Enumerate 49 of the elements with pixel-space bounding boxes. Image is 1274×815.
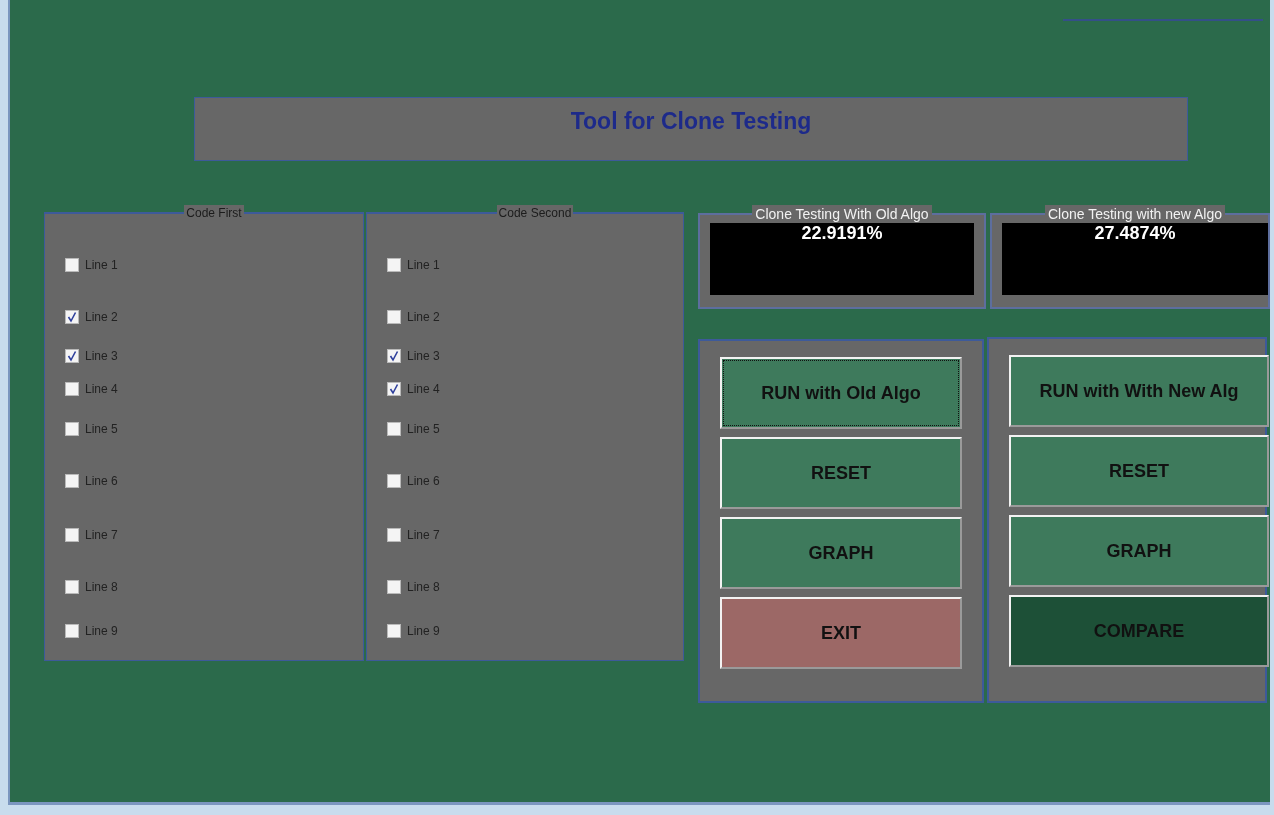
- checkbox-label: Line 8: [85, 580, 118, 594]
- checkbox[interactable]: [386, 624, 401, 638]
- checkbox-label: Line 4: [406, 382, 440, 396]
- checkbox[interactable]: [386, 258, 401, 272]
- checkbox[interactable]: [65, 382, 79, 396]
- app-title: Tool for Clone Testing: [570, 108, 812, 136]
- checkbox[interactable]: [65, 474, 79, 488]
- checkbox-label: Line 9: [85, 624, 118, 638]
- checkbox[interactable]: [65, 422, 79, 436]
- checkbox[interactable]: [386, 528, 401, 542]
- action-button[interactable]: RESET: [720, 437, 962, 509]
- checkbox[interactable]: [386, 310, 401, 324]
- result-value: 27.4874%: [1094, 223, 1176, 245]
- action-button[interactable]: RUN with Old Algo: [720, 357, 962, 429]
- checkbox-label: Line 2: [406, 310, 440, 324]
- checkbox-label: Line 1: [406, 258, 440, 272]
- action-button[interactable]: COMPARE: [1009, 595, 1269, 667]
- checkbox-label: Line 5: [406, 422, 440, 436]
- checkbox-label: Line 7: [85, 528, 118, 542]
- action-button[interactable]: GRAPH: [1009, 515, 1269, 587]
- action-button[interactable]: RESET: [1009, 435, 1269, 507]
- checkbox-label: Line 8: [406, 580, 440, 594]
- checkbox-label: Line 2: [85, 310, 118, 324]
- checkbox-label: Line 6: [85, 474, 118, 488]
- checkbox-label: Line 9: [406, 624, 440, 638]
- checkbox[interactable]: [65, 310, 79, 324]
- checkbox-label: Line 4: [85, 382, 118, 396]
- result-value: 22.9191%: [801, 223, 883, 245]
- checkbox-label: Line 3: [85, 349, 118, 363]
- action-button[interactable]: EXIT: [720, 597, 962, 669]
- checkbox-label: Line 5: [85, 422, 118, 436]
- checkbox[interactable]: [386, 382, 401, 396]
- result-title: Clone Testing with new Algo: [1044, 205, 1226, 223]
- checkbox[interactable]: [65, 624, 79, 638]
- checkbox[interactable]: [386, 474, 401, 488]
- checkbox[interactable]: [386, 580, 401, 594]
- checkbox-label: Line 7: [406, 528, 440, 542]
- checkbox[interactable]: [386, 422, 401, 436]
- action-button[interactable]: RUN with With New Alg: [1009, 355, 1269, 427]
- checkbox[interactable]: [65, 528, 79, 542]
- checkbox[interactable]: [65, 580, 79, 594]
- checkbox[interactable]: [65, 349, 79, 363]
- checkbox[interactable]: [65, 258, 79, 272]
- action-button[interactable]: GRAPH: [720, 517, 962, 589]
- checkbox-label: Line 1: [85, 258, 118, 272]
- checkbox[interactable]: [386, 349, 401, 363]
- checkbox-label: Line 3: [406, 349, 440, 363]
- result-title: Clone Testing With Old Algo: [752, 205, 932, 223]
- checkbox-label: Line 6: [406, 474, 440, 488]
